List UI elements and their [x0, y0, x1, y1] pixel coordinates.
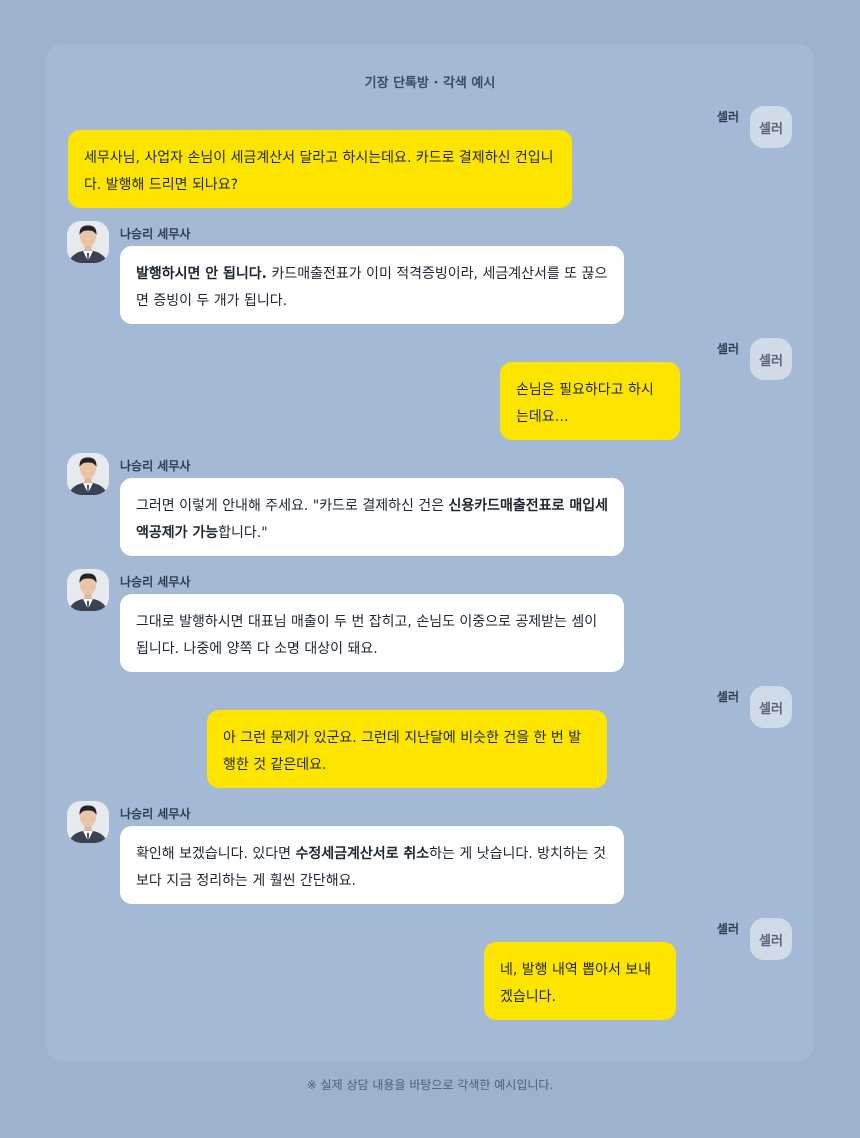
sender-name: 셀러: [716, 690, 739, 704]
sender-name: 셀러: [716, 922, 739, 936]
message-bubble-seller: 세무사님, 사업자 손님이 세금계산서 달라고 하시는데요. 카드로 결제하신 …: [68, 130, 572, 208]
disclaimer-footer: ※ 실제 상담 내용을 바탕으로 각색한 예시입니다.: [306, 1078, 554, 1092]
message-text: 그대로 발행하시면 대표님 매출이 두 번 잡히고, 손님도 이중으로 공제받는…: [136, 614, 598, 657]
message-text: 손님은 필요하다고 하시는데요…: [516, 382, 654, 425]
seller-avatar: 셀러: [750, 338, 792, 380]
sender-name: 셀러: [716, 110, 739, 124]
sender-name: 나승리 세무사: [120, 459, 191, 473]
message-text: 합니다.": [218, 525, 268, 541]
sender-name: 나승리 세무사: [120, 227, 191, 241]
message-text: 네, 발행 내역 뽑아서 보내겠습니다.: [500, 962, 652, 1005]
advisor-avatar: [67, 569, 109, 611]
advisor-portrait-icon: [67, 221, 109, 263]
advisor-avatar: [67, 221, 109, 263]
message-bubble-seller: 손님은 필요하다고 하시는데요…: [500, 362, 680, 440]
message-text: 세무사님, 사업자 손님이 세금계산서 달라고 하시는데요. 카드로 결제하신 …: [84, 150, 554, 193]
message-bubble-advisor: 발행하시면 안 됩니다. 카드매출전표가 이미 적격증빙이라, 세금계산서를 또…: [120, 246, 624, 324]
message-emphasis: 발행하시면 안 됩니다.: [136, 266, 267, 282]
advisor-portrait-icon: [67, 453, 109, 495]
sender-name: 나승리 세무사: [120, 807, 191, 821]
message-bubble-advisor: 확인해 보겠습니다. 있다면 수정세금계산서로 취소하는 게 낫습니다. 방치하…: [120, 826, 624, 904]
seller-avatar: 셀러: [750, 686, 792, 728]
advisor-portrait-icon: [67, 569, 109, 611]
sender-name: 나승리 세무사: [120, 575, 191, 589]
advisor-avatar: [67, 453, 109, 495]
message-bubble-seller: 아 그런 문제가 있군요. 그런데 지난달에 비슷한 건을 한 번 발행한 것 …: [207, 710, 607, 788]
advisor-portrait-icon: [67, 801, 109, 843]
message-text: 그러면 이렇게 안내해 주세요. "카드로 결제하신 건은: [136, 498, 449, 514]
message-bubble-advisor: 그러면 이렇게 안내해 주세요. "카드로 결제하신 건은 신용카드매출전표로 …: [120, 478, 624, 556]
message-emphasis: 수정세금계산서로 취소: [295, 846, 430, 862]
advisor-avatar: [67, 801, 109, 843]
message-text: 확인해 보겠습니다. 있다면: [136, 846, 296, 862]
message-bubble-seller: 네, 발행 내역 뽑아서 보내겠습니다.: [484, 942, 676, 1020]
chat-title: 기장 단톡방 · 각색 예시: [364, 76, 496, 91]
message-text: 아 그런 문제가 있군요. 그런데 지난달에 비슷한 건을 한 번 발행한 것 …: [223, 730, 582, 773]
message-bubble-advisor: 그대로 발행하시면 대표님 매출이 두 번 잡히고, 손님도 이중으로 공제받는…: [120, 594, 624, 672]
seller-avatar: 셀러: [750, 106, 792, 148]
seller-avatar: 셀러: [750, 918, 792, 960]
sender-name: 셀러: [716, 342, 739, 356]
